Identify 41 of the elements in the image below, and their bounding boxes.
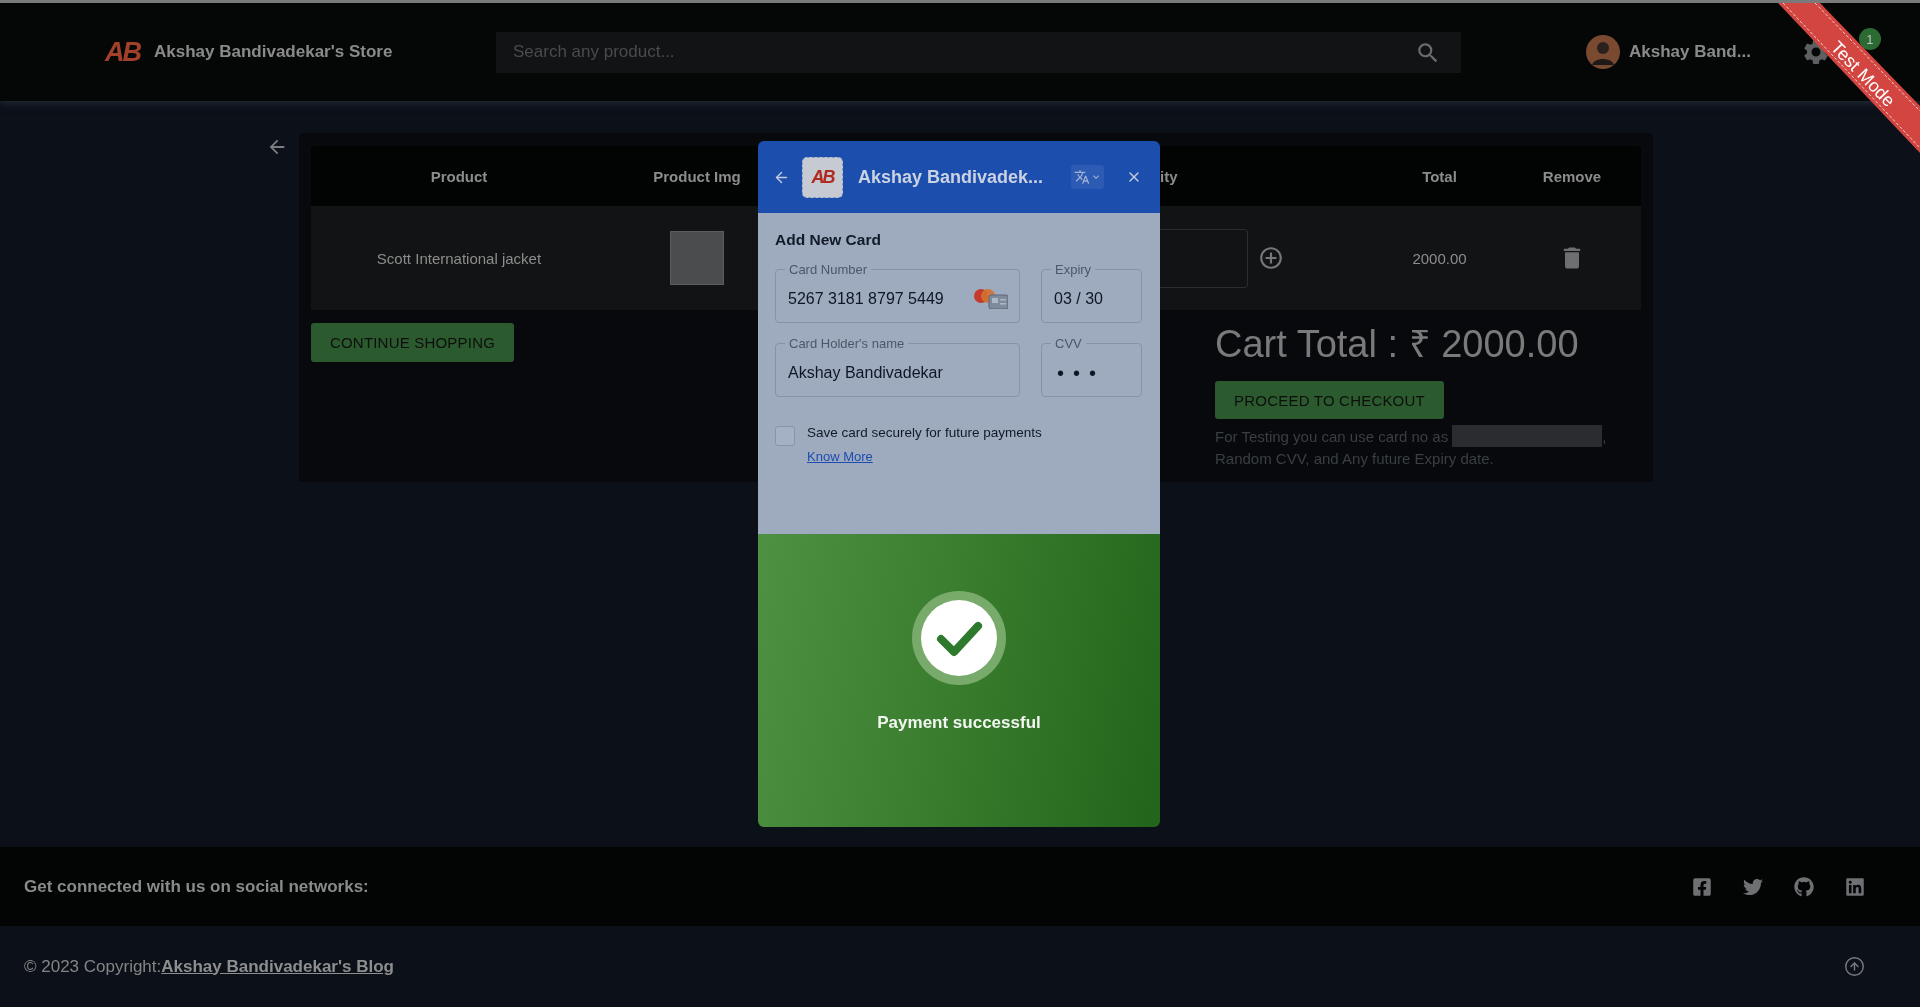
test-card-note: , xyxy=(1602,427,1607,445)
store-logo[interactable]: AB xyxy=(105,38,140,66)
column-header: ity xyxy=(1160,167,1178,185)
status-message: Payment successful xyxy=(877,713,1041,733)
test-card-note: For Testing you can use card no as xyxy=(1215,427,1449,445)
column-header: Product xyxy=(430,167,488,185)
language-button[interactable] xyxy=(1071,165,1104,189)
social-heading: Get connected with us on social networks: xyxy=(24,876,369,897)
blog-link[interactable]: Akshay Bandivadekar's Blog xyxy=(161,956,394,977)
test-card-note: Random CVV, and Any future Expiry date. xyxy=(1215,449,1494,467)
product-name: Scott International jacket xyxy=(376,249,542,267)
copyright-text: © 2023 Copyright: xyxy=(24,956,162,977)
cart-total: Cart Total : ₹ 2000.00 xyxy=(1215,322,1580,366)
facebook-icon[interactable] xyxy=(1692,876,1712,897)
card-logos-icon xyxy=(974,289,1008,309)
arrow-up-circle-icon[interactable] xyxy=(1844,956,1865,977)
search-field[interactable]: Search any product... xyxy=(496,31,1461,73)
save-card-label: Save card securely for future payments xyxy=(807,425,1042,441)
linkedin-icon[interactable] xyxy=(1845,876,1865,897)
column-header: Product Img xyxy=(653,167,741,185)
input-field[interactable]: Card Holder's name Akshay Bandivadekar xyxy=(775,336,1020,397)
photo-placeholder xyxy=(670,231,724,285)
section-title: Add New Card xyxy=(775,230,882,250)
user-name[interactable]: Akshay Band... xyxy=(1629,42,1751,62)
check-circle-icon xyxy=(912,591,1006,685)
store-name[interactable]: Akshay Bandivadekar's Store xyxy=(154,42,393,62)
input-field[interactable]: Expiry 03 / 30 xyxy=(1041,262,1142,323)
twitter-icon[interactable] xyxy=(1743,876,1763,897)
merchant-logo: AB xyxy=(802,156,843,198)
column-header: Total xyxy=(1422,167,1457,185)
cart-count-badge: 1 xyxy=(1858,28,1881,50)
github-icon[interactable] xyxy=(1794,876,1814,897)
know-more-link[interactable]: Know More xyxy=(807,449,873,464)
checkbox[interactable] xyxy=(775,426,795,446)
input-field[interactable]: Card Number 5267 3181 8797 5449 xyxy=(775,262,1020,323)
input-field[interactable]: CVV ••• xyxy=(1041,336,1142,397)
translate-icon xyxy=(1073,169,1090,185)
column-header: Remove xyxy=(1542,167,1602,185)
merchant-name: Akshay Bandivadek... xyxy=(858,166,1044,188)
table-cell: 2000.00 xyxy=(1412,249,1467,267)
user-avatar[interactable] xyxy=(1586,35,1620,69)
